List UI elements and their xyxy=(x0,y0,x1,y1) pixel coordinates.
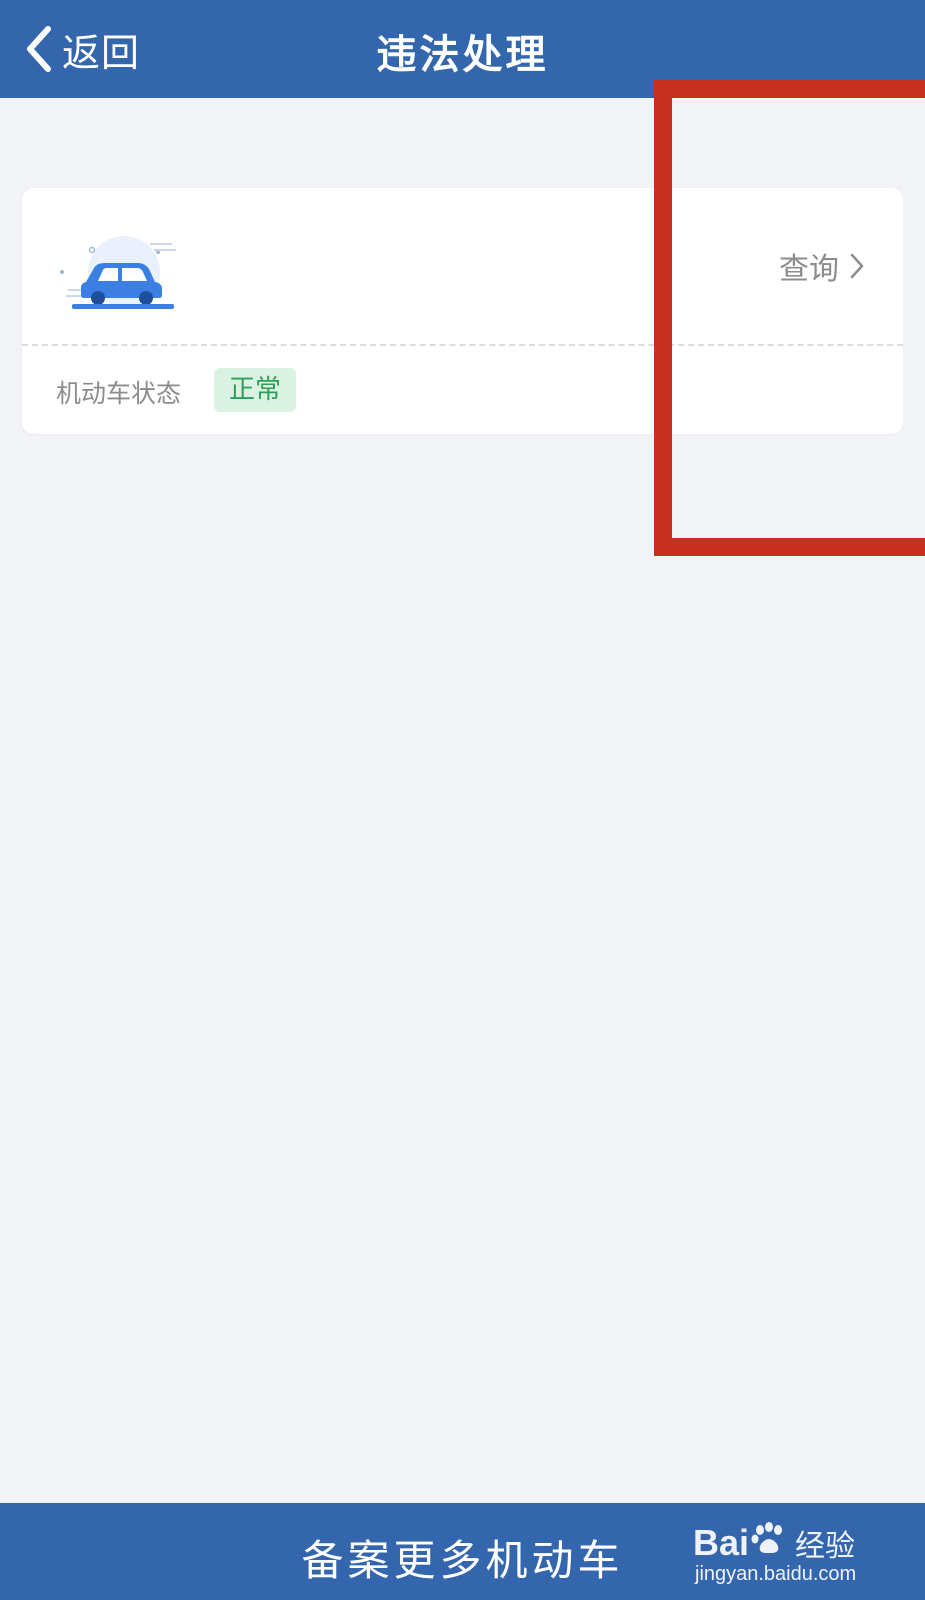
watermark-brand-prefix: Bai xyxy=(693,1522,750,1563)
baidu-jingyan-watermark: Bai 经验 jingyan.baidu.com xyxy=(693,1521,903,1585)
paw-icon xyxy=(751,1521,787,1565)
vehicle-card[interactable]: 查询 机动车状态 正常 xyxy=(22,188,903,434)
dashed-divider xyxy=(22,344,903,346)
status-badge: 正常 xyxy=(214,368,296,412)
nav-header: 返回 违法处理 xyxy=(0,0,925,98)
query-label: 查询 xyxy=(779,252,839,287)
car-icon xyxy=(54,232,184,316)
watermark-url: jingyan.baidu.com xyxy=(695,1563,857,1585)
page-title: 违法处理 xyxy=(376,32,549,78)
query-link[interactable]: 查询 xyxy=(779,244,865,288)
register-more-vehicles-button[interactable]: 备案更多机动车 Bai 经验 jingyan.baidu.com xyxy=(0,1503,925,1600)
app-screen: 返回 违法处理 查询 机动车状态 正常 备案更多机动车 Bai 经验 jingy… xyxy=(0,0,925,1600)
watermark-brand-suffix: 经验 xyxy=(795,1530,856,1563)
vehicle-status-label: 机动车状态 xyxy=(56,379,182,408)
chevron-right-icon xyxy=(839,252,865,280)
watermark-logo: Bai 经验 xyxy=(693,1521,855,1565)
